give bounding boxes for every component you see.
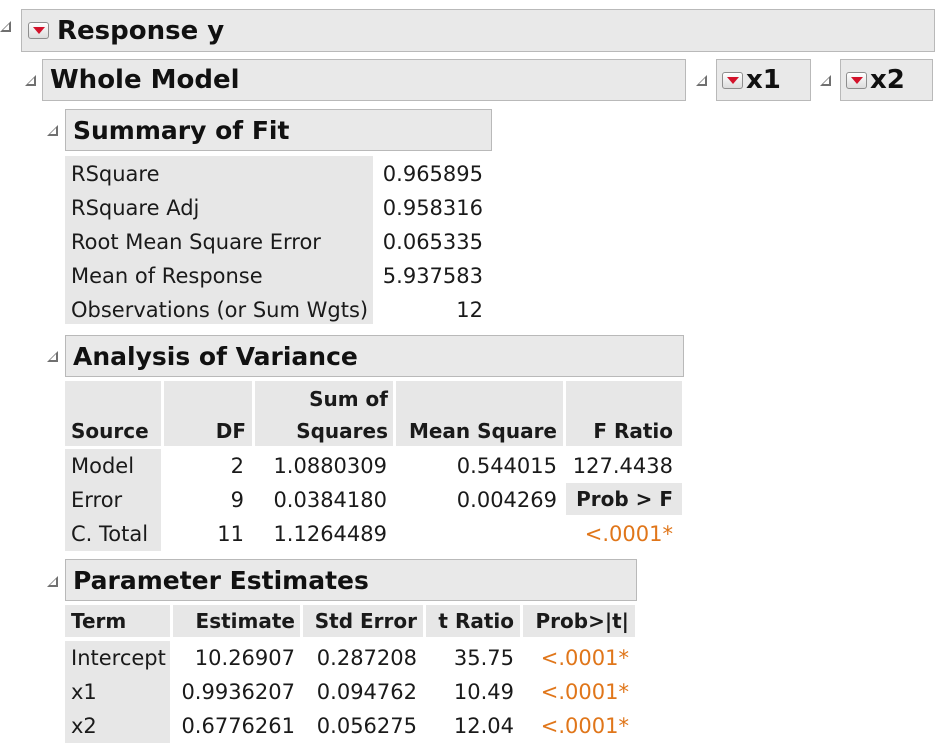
red-triangle-menu-icon[interactable] [846,71,867,89]
anova-header: Analysis of Variance [65,335,684,377]
summary-label: Observations (or Sum Wgts) [71,298,369,322]
disclosure-triangle-icon[interactable] [47,125,58,136]
disclosure-triangle-icon[interactable] [0,21,11,32]
pe-term: Intercept [71,646,166,670]
pe-std-error: 0.287208 [316,646,417,670]
summary-value: 12 [456,298,483,322]
pe-std-error: 0.056275 [316,714,417,738]
anova-ss: 0.0384180 [273,488,387,512]
pe-prob: <.0001* [540,680,629,704]
anova-prob-f-value: <.0001* [584,522,673,546]
pe-prob: <.0001* [540,714,629,738]
red-triangle-menu-icon[interactable] [722,71,743,89]
pe-prob: <.0001* [540,646,629,670]
summary-value: 0.958316 [382,196,483,220]
anova-source: Error [71,488,123,512]
summary-value: 5.937583 [382,264,483,288]
whole-model-title: Whole Model [50,65,240,95]
anova-df: 11 [217,522,244,546]
pe-t-ratio: 35.75 [453,646,514,670]
pe-col-estimate: Estimate [195,609,295,633]
disclosure-triangle-icon[interactable] [25,75,36,86]
parameter-estimates-title: Parameter Estimates [73,565,369,595]
anova-df: 2 [230,454,244,478]
summary-label: Mean of Response [71,264,263,288]
whole-model-header: Whole Model [42,59,686,101]
anova-col-ss-line1: Sum of [309,387,388,411]
disclosure-triangle-icon[interactable] [47,576,58,587]
summary-of-fit-title: Summary of Fit [73,115,290,145]
anova-prob-f-label: Prob > F [576,487,673,511]
summary-of-fit-header: Summary of Fit [65,109,492,151]
response-header: Response y [21,9,935,52]
pe-estimate: 10.26907 [194,646,295,670]
pe-estimate: 0.6776261 [181,714,295,738]
pe-term: x1 [71,680,97,704]
red-triangle-menu-icon[interactable] [28,22,49,39]
x2-report-title: x2 [870,65,905,95]
pe-col-t-ratio: t Ratio [438,609,514,633]
x1-report-title: x1 [746,65,781,95]
x1-report-header: x1 [716,59,811,101]
anova-f-ratio: 127.4438 [572,454,673,478]
pe-term: x2 [71,714,97,738]
anova-ss: 1.0880309 [273,454,387,478]
summary-value: 0.065335 [382,230,483,254]
anova-col-ss-line2: Squares [296,419,388,443]
pe-estimate: 0.9936207 [181,680,295,704]
anova-col-df: DF [215,419,246,443]
summary-value: 0.965895 [382,162,483,186]
anova-title: Analysis of Variance [73,341,358,371]
parameter-estimates-header: Parameter Estimates [65,559,637,601]
anova-source: Model [71,454,135,478]
anova-ms: 0.004269 [456,488,557,512]
anova-col-source: Source [71,419,149,443]
summary-label: RSquare Adj [71,196,200,220]
pe-col-std-error: Std Error [314,609,417,633]
pe-std-error: 0.094762 [316,680,417,704]
response-title: Response y [57,15,225,46]
disclosure-triangle-icon[interactable] [47,351,58,362]
anova-col-f: F Ratio [593,419,673,443]
summary-label: RSquare [71,162,160,186]
anova-col-ms: Mean Square [408,419,557,443]
pe-col-prob: Prob>|t| [535,609,629,633]
x2-report-header: x2 [840,59,933,101]
disclosure-triangle-icon[interactable] [820,75,831,86]
anova-df: 9 [230,488,244,512]
pe-t-ratio: 10.49 [453,680,514,704]
anova-source: C. Total [71,522,149,546]
pe-col-term: Term [71,609,127,633]
pe-t-ratio: 12.04 [453,714,514,738]
anova-ms: 0.544015 [456,454,557,478]
anova-ss: 1.1264489 [273,522,387,546]
disclosure-triangle-icon[interactable] [696,75,707,86]
summary-label: Root Mean Square Error [71,230,321,254]
